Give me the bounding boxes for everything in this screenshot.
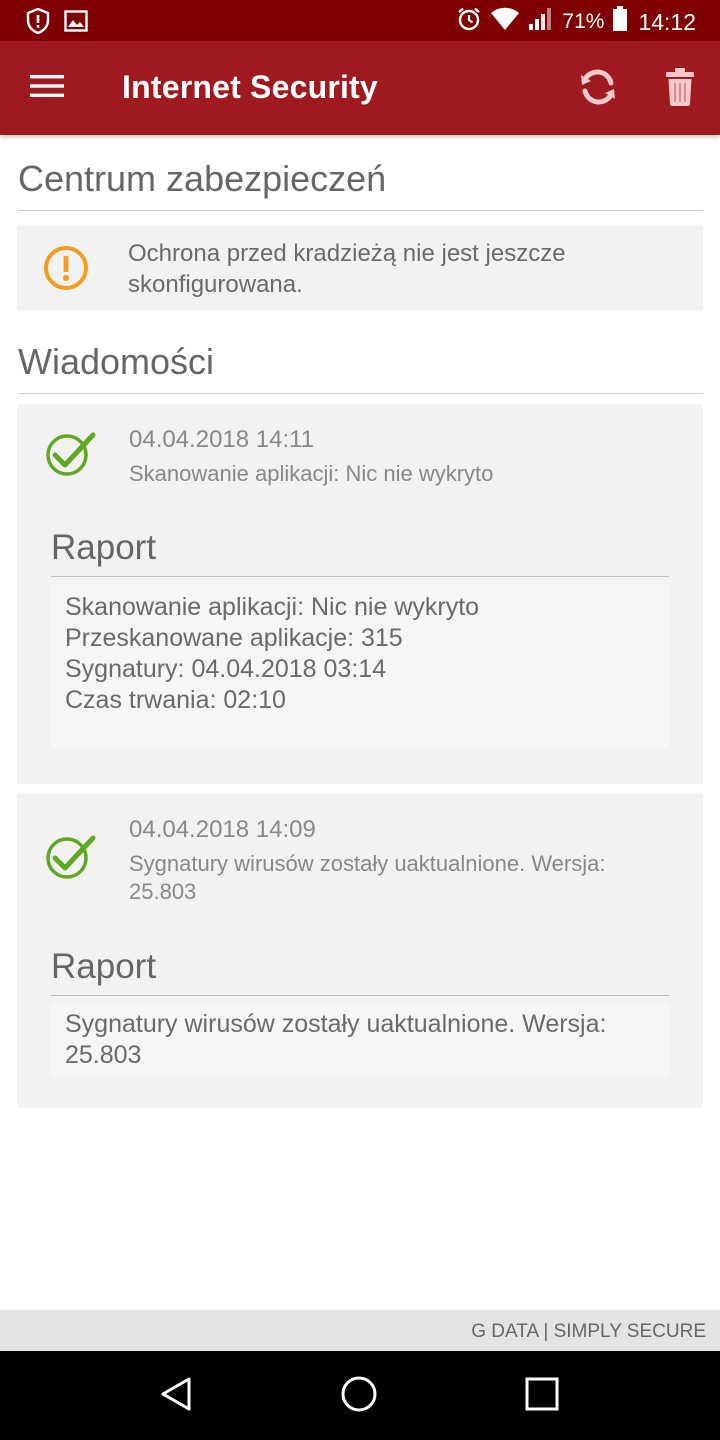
battery-percent: 71% [562,10,605,33]
battery-icon [612,6,628,38]
delete-button[interactable] [654,63,706,115]
message-card[interactable]: 04.04.2018 14:11 Skanowanie aplikacji: N… [17,404,703,784]
message-card[interactable]: 04.04.2018 14:09 Sygnatury wirusów zosta… [17,794,703,1108]
home-button[interactable] [329,1369,389,1423]
alert-text: Ochrona przed kradzieżą nie jest jeszcze… [128,240,566,298]
report-line: Sygnatury wirusów zostały uaktualnione. … [65,1010,607,1069]
report-line: Skanowanie aplikacji: Nic nie wykryto [65,593,480,621]
refresh-icon [577,66,619,113]
theft-protection-alert[interactable]: Ochrona przed kradzieżą nie jest jeszcze… [17,226,703,310]
alarm-icon [456,6,482,38]
message-date: 04.04.2018 14:09 [129,816,316,843]
message-description: Sygnatury wirusów zostały uaktualnione. … [129,851,606,904]
report-title: Raport [51,528,669,577]
menu-icon [30,74,64,103]
message-date: 04.04.2018 14:11 [129,426,315,453]
signal-icon [528,7,554,37]
app-bar: Internet Security [0,41,720,135]
navigation-bar [0,1351,720,1440]
status-time: 14:12 [638,8,696,35]
back-button[interactable] [146,1369,206,1423]
report-line: Przeskanowane aplikacje: 315 [65,624,403,652]
image-icon [64,10,88,37]
check-icon [44,833,96,886]
recents-button[interactable] [512,1369,572,1423]
home-icon [340,1375,378,1418]
footer-brand-text: G DATA | SIMPLY SECURE [471,1321,706,1342]
check-icon [44,430,96,483]
security-center-title: Centrum zabezpieczeń [18,158,703,211]
app-title: Internet Security [122,69,378,105]
report-title: Raport [51,947,669,996]
report-line: Sygnatury: 04.04.2018 03:14 [65,655,387,683]
report-line: Czas trwania: 02:10 [65,686,286,714]
trash-icon [665,67,695,112]
warning-icon [43,245,89,296]
report-box: Skanowanie aplikacji: Nic nie wykryto Pr… [51,584,669,748]
report-box: Sygnatury wirusów zostały uaktualnione. … [51,1003,669,1077]
refresh-button[interactable] [572,63,624,115]
shield-icon [26,7,50,39]
footer: G DATA | SIMPLY SECURE [0,1310,720,1351]
messages-title: Wiadomości [18,341,703,394]
wifi-icon [490,7,520,37]
menu-button[interactable] [20,63,74,113]
status-bar: 71% 14:12 [0,0,720,41]
recents-icon [524,1376,560,1417]
screen: 71% 14:12 Internet Security Centrum zabe… [0,0,720,1440]
message-description: Skanowanie aplikacji: Nic nie wykryto [129,461,494,486]
back-icon [159,1376,193,1417]
